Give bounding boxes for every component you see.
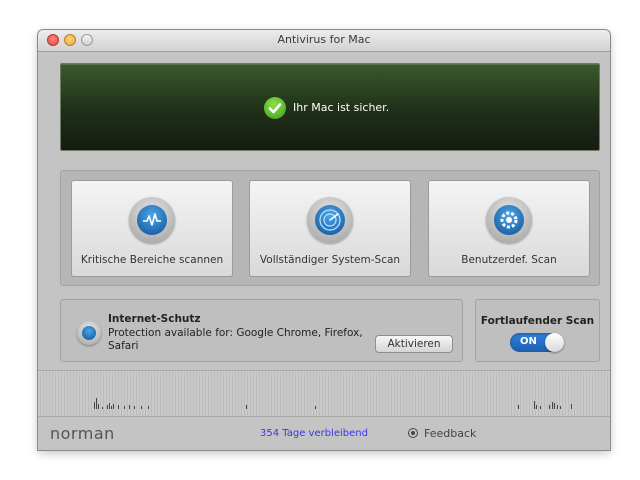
checkmark-circle-icon — [264, 97, 286, 119]
window-title: Antivirus for Mac — [277, 33, 371, 46]
toggle-knob — [545, 333, 564, 352]
scan-button-label: Benutzerdef. Scan — [461, 254, 557, 266]
scan-button-label: Kritische Bereiche scannen — [80, 254, 224, 266]
app-window: Antivirus for Mac Ihr Mac ist sicher. Kr… — [38, 30, 610, 450]
continuous-scan-title: Fortlaufender Scan — [480, 315, 595, 327]
scan-options: Kritische Bereiche scannen Vollständiger… — [60, 170, 600, 286]
continuous-scan-toggle[interactable]: ON — [510, 333, 564, 352]
status-message: Ihr Mac ist sicher. — [293, 101, 390, 114]
waveform-scan-icon — [129, 197, 175, 243]
scan-button-label: Vollständiger System-Scan — [259, 254, 401, 266]
toggle-state-label: ON — [520, 336, 537, 347]
custom-scan-button[interactable]: Benutzerdef. Scan — [428, 180, 590, 277]
internet-protection-panel: Internet-Schutz Protection available for… — [60, 299, 463, 362]
titlebar: Antivirus for Mac — [38, 30, 610, 52]
status-panel: Ihr Mac ist sicher. — [60, 63, 600, 151]
internet-protection-description: Protection available for: Google Chrome,… — [108, 327, 363, 352]
activity-graph — [38, 370, 610, 416]
feedback-icon[interactable] — [409, 429, 417, 437]
feedback-link[interactable]: Feedback — [424, 427, 476, 440]
shield-icon — [77, 321, 101, 345]
internet-protection-title: Internet-Schutz — [108, 313, 201, 325]
norman-logo: norman — [50, 424, 115, 443]
gear-scan-icon — [486, 197, 532, 243]
activity-bars — [94, 398, 572, 409]
activate-button[interactable]: Aktivieren — [375, 335, 453, 353]
full-system-scan-button[interactable]: Vollständiger System-Scan — [249, 180, 411, 277]
continuous-scan-panel: Fortlaufender Scan ON — [475, 299, 600, 362]
days-remaining[interactable]: 354 Tage verbleibend — [260, 428, 368, 439]
footer: norman 354 Tage verbleibend Feedback — [38, 416, 610, 450]
radar-scan-icon — [307, 197, 353, 243]
critical-areas-scan-button[interactable]: Kritische Bereiche scannen — [71, 180, 233, 277]
